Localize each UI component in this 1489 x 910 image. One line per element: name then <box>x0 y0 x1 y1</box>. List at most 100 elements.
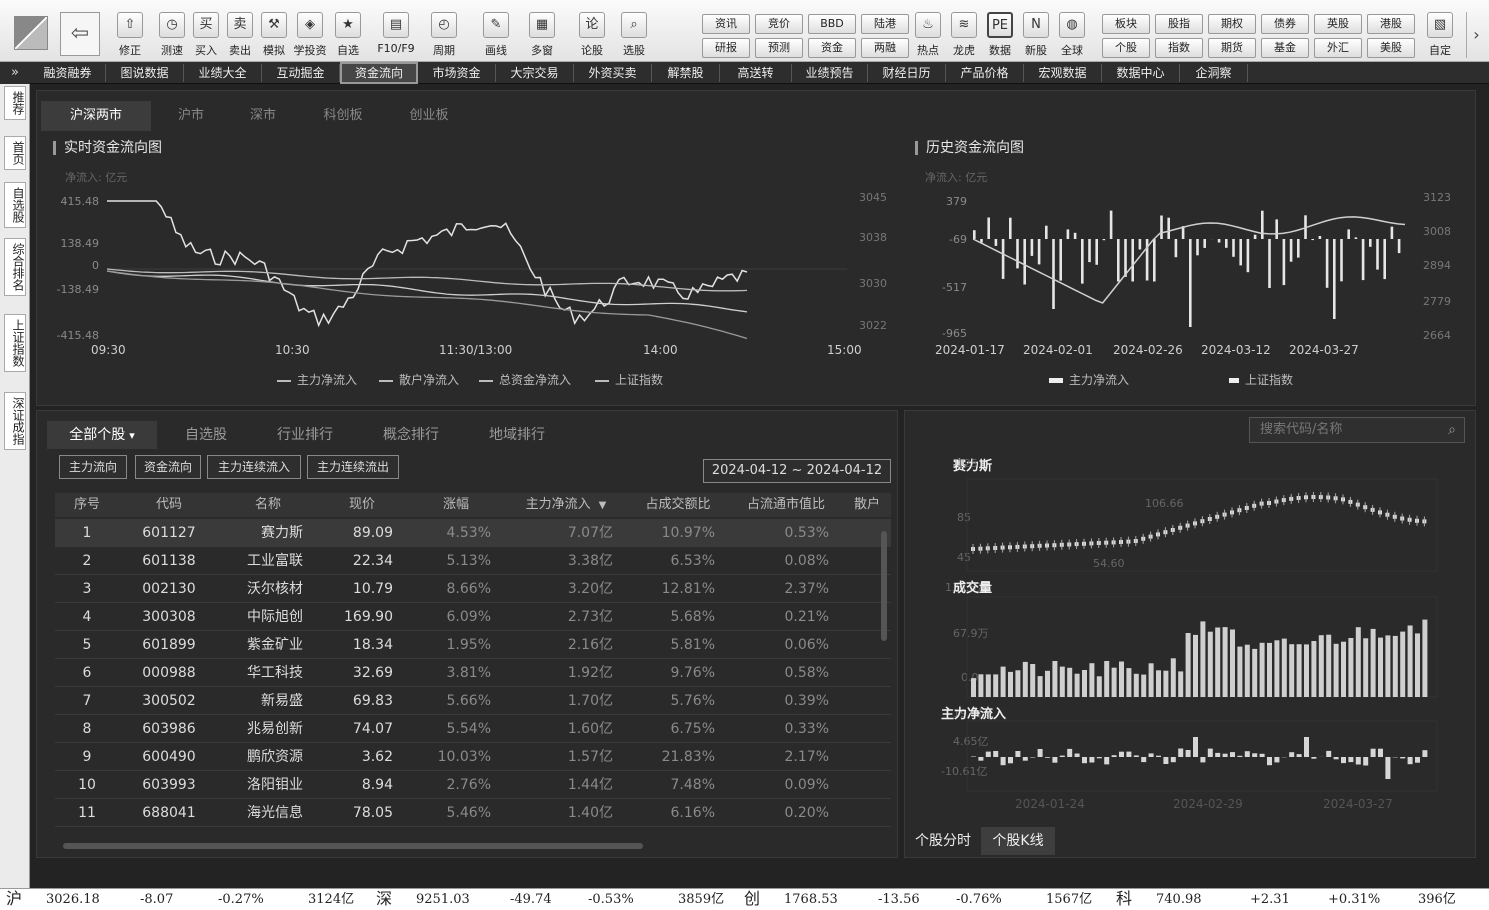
nav-item-5[interactable]: 市场资金 <box>418 64 496 82</box>
graduation-cap-button[interactable]: ◈ 学投资 <box>290 12 330 58</box>
nav-item-9[interactable]: 高送转 <box>720 64 792 82</box>
toolbar-market-top-3[interactable]: 债券 <box>1261 14 1309 34</box>
table-row[interactable]: 8 603986 兆易创新 74.07 5.54% 1.60亿 6.75% 0.33% <box>55 715 891 743</box>
list-tab-3[interactable]: 概念排行 <box>361 421 461 449</box>
column-header-5[interactable]: 主力净流入 ▼ <box>505 493 627 517</box>
table-row[interactable]: 5 601899 紫金矿业 18.34 1.95% 2.16亿 5.81% 0.06% <box>55 631 891 659</box>
column-header-8[interactable]: 散户 <box>843 493 891 517</box>
nav-item-7[interactable]: 外资买卖 <box>574 64 652 82</box>
nav-expand-icon[interactable]: » <box>0 62 30 84</box>
nav-item-1[interactable]: 图说数据 <box>106 64 184 82</box>
document-button[interactable]: ▤ F10/F9 <box>376 12 416 58</box>
table-vertical-scrollbar[interactable] <box>881 531 887 641</box>
discuss-button[interactable]: 论论股 <box>572 12 612 58</box>
toolbar-market-top-2[interactable]: 期权 <box>1208 14 1256 34</box>
list-tab-1[interactable]: 自选股 <box>163 421 249 449</box>
nav-item-12[interactable]: 产品价格 <box>946 64 1024 82</box>
toolbar-box-bottom-1[interactable]: 预测 <box>755 38 803 58</box>
table-row[interactable]: 11 688041 海光信息 78.05 5.46% 1.40亿 6.16% 0.20% <box>55 799 891 827</box>
toolbar-market-bottom-0[interactable]: 个股 <box>1102 38 1150 58</box>
nav-item-13[interactable]: 宏观数据 <box>1024 64 1102 82</box>
realtime-flow-chart[interactable] <box>106 199 847 340</box>
hot-button[interactable]: ♨ 热点 <box>908 12 948 58</box>
table-row[interactable]: 2 601138 工业富联 22.34 5.13% 3.38亿 6.53% 0.08% <box>55 547 891 575</box>
table-row[interactable]: 6 000988 华工科技 32.69 3.81% 1.92亿 9.76% 0.58% <box>55 659 891 687</box>
kline-mode-button-1[interactable]: 个股K线 <box>981 827 1055 855</box>
nav-item-2[interactable]: 业绩大全 <box>184 64 262 82</box>
table-row[interactable]: 7 300502 新易盛 69.83 5.66% 1.70亿 5.76% 0.39% <box>55 687 891 715</box>
dragon-tiger-button[interactable]: ≋ 龙虎 <box>944 12 984 58</box>
market-tab-2[interactable]: 深市 <box>231 101 295 131</box>
magnifier-button[interactable]: ⌕ 选股 <box>614 12 654 58</box>
market-tab-3[interactable]: 科创板 <box>305 101 381 131</box>
filter-button-2[interactable]: 主力连续流入 <box>207 455 301 479</box>
table-row[interactable]: 3 002130 沃尔核材 10.79 8.66% 3.20亿 12.81% 2.37% <box>55 575 891 603</box>
hammer-button[interactable]: ⚒ 模拟 <box>254 12 294 58</box>
search-input[interactable]: 搜索代码/名称 ⌕ <box>1249 417 1465 443</box>
status-index-name[interactable]: 沪 <box>6 890 22 908</box>
toolbar-market-bottom-4[interactable]: 外汇 <box>1314 38 1362 58</box>
sidebar-item-4[interactable]: 上证指数 <box>4 314 26 372</box>
sidebar-item-2[interactable]: 自选股 <box>4 182 26 228</box>
search-icon[interactable]: ⌕ <box>1448 418 1456 442</box>
table-horizontal-scrollbar[interactable] <box>63 843 643 849</box>
nav-item-14[interactable]: 数据中心 <box>1102 64 1180 82</box>
column-header-7[interactable]: 占流通市值比 <box>729 493 843 517</box>
sidebar-item-5[interactable]: 深证成指 <box>4 392 26 450</box>
column-header-0[interactable]: 序号 <box>55 493 119 517</box>
nav-item-4[interactable]: 资金流向 <box>340 62 418 84</box>
market-tab-4[interactable]: 创业板 <box>391 101 467 131</box>
column-header-4[interactable]: 涨幅 <box>407 493 505 517</box>
sidebar-item-3[interactable]: 综合排名 <box>4 238 26 296</box>
toolbar-more-chevron-icon[interactable]: › <box>1466 12 1486 58</box>
status-index-name[interactable]: 科 <box>1116 890 1132 908</box>
filter-button-1[interactable]: 资金流向 <box>135 455 201 479</box>
pen-button[interactable]: ✎ 画线 <box>476 12 516 58</box>
kline-mode-button-0[interactable]: 个股分时 <box>911 827 975 855</box>
sidebar-item-0[interactable]: 推荐 <box>4 86 26 120</box>
nav-item-10[interactable]: 业绩预告 <box>792 64 868 82</box>
list-tab-0[interactable]: 全部个股 ▾ <box>47 421 157 449</box>
column-header-3[interactable]: 现价 <box>317 493 407 517</box>
toolbar-box-bottom-2[interactable]: 资金 <box>808 38 856 58</box>
new-stock-button[interactable]: N 新股 <box>1016 12 1056 58</box>
toolbar-market-bottom-5[interactable]: 美股 <box>1367 38 1415 58</box>
volume-bar-chart[interactable] <box>966 596 1438 698</box>
toolbar-box-bottom-3[interactable]: 两融 <box>861 38 909 58</box>
list-tab-4[interactable]: 地域排行 <box>467 421 567 449</box>
column-header-1[interactable]: 代码 <box>119 493 219 517</box>
filter-button-3[interactable]: 主力连续流出 <box>307 455 399 479</box>
status-index-name[interactable]: 深 <box>376 890 392 908</box>
nav-item-0[interactable]: 融资融券 <box>30 64 106 82</box>
sort-desc-icon[interactable]: ▼ <box>599 500 607 511</box>
table-row[interactable]: 10 603993 洛阳钼业 8.94 2.76% 1.44亿 7.48% 0.09% <box>55 771 891 799</box>
market-tab-1[interactable]: 沪市 <box>159 101 223 131</box>
cycle-clock-button[interactable]: ◴ 周期 <box>424 12 464 58</box>
back-arrow-icon[interactable]: ⇦ <box>60 12 100 56</box>
kline-price-chart[interactable] <box>966 478 1438 572</box>
nav-item-15[interactable]: 企洞察 <box>1180 64 1248 82</box>
toolbar-market-top-0[interactable]: 板块 <box>1102 14 1150 34</box>
sidebar-item-1[interactable]: 首页 <box>4 136 26 170</box>
nav-item-8[interactable]: 解禁股 <box>652 64 720 82</box>
status-index-name[interactable]: 创 <box>744 890 760 908</box>
toolbar-box-top-1[interactable]: 竞价 <box>755 14 803 34</box>
custom-button[interactable]: ▧ 自定 <box>1420 12 1460 58</box>
toolbar-market-top-1[interactable]: 股指 <box>1155 14 1203 34</box>
history-flow-chart[interactable] <box>972 199 1413 339</box>
date-range-picker[interactable]: 2024-04-12 ~ 2024-04-12 <box>703 459 891 483</box>
nav-item-11[interactable]: 财经日历 <box>868 64 946 82</box>
globe-button[interactable]: ◍ 全球 <box>1052 12 1092 58</box>
nav-item-6[interactable]: 大宗交易 <box>496 64 574 82</box>
table-row[interactable]: 4 300308 中际旭创 169.90 6.09% 2.73亿 5.68% 0.21% <box>55 603 891 631</box>
list-tab-2[interactable]: 行业排行 <box>257 421 353 449</box>
app-logo-icon[interactable] <box>14 16 48 50</box>
multi-window-button[interactable]: ▦ 多窗 <box>522 12 562 58</box>
column-header-2[interactable]: 名称 <box>219 493 317 517</box>
toolbar-box-top-2[interactable]: BBD <box>808 14 856 34</box>
column-header-6[interactable]: 占成交额比 <box>627 493 729 517</box>
toolbar-market-bottom-3[interactable]: 基金 <box>1261 38 1309 58</box>
toolbar-market-top-5[interactable]: 港股 <box>1367 14 1415 34</box>
filter-button-0[interactable]: 主力流向 <box>59 455 127 479</box>
market-tab-0[interactable]: 沪深两市 <box>41 101 151 131</box>
